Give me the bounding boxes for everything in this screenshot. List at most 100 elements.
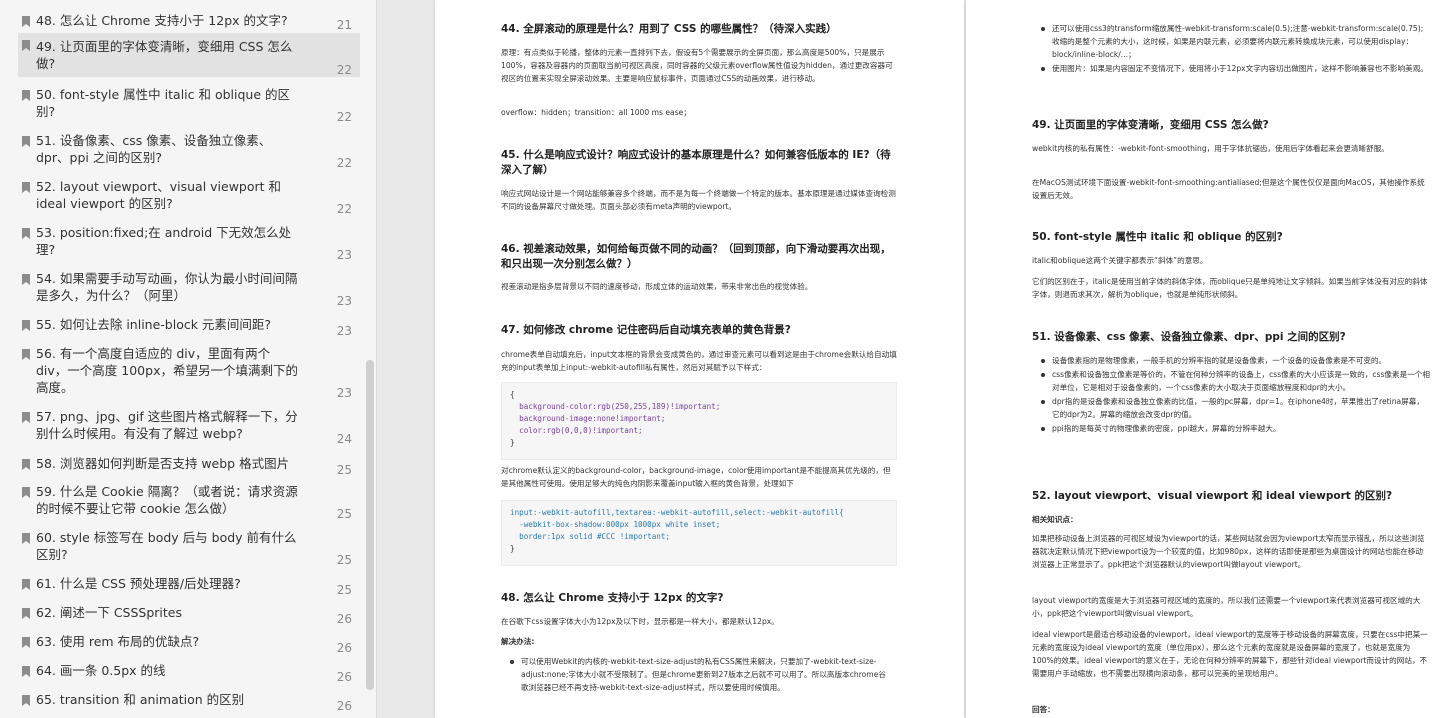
- toc-item-48[interactable]: 48. 怎么让 Chrome 支持小于 12px 的文字? 21: [18, 12, 360, 32]
- toc-item-page: 24: [336, 432, 352, 446]
- toc-item-page: 25: [336, 463, 352, 477]
- list-item: dpr指的是设备像素和设备独立像素的比值，一般的pc屏幕，dpr=1。在ipho…: [1038, 395, 1430, 421]
- paragraph-q47: chrome表单自动填充后，input文本框的背景会变成黄色的，通过审查元素可以…: [501, 350, 897, 372]
- toc-item-title: 63. 使用 rem 布局的优缺点?: [36, 634, 200, 649]
- paragraph-q52-1: 如果把移动设备上浏览器的可视区域设为viewport的话，某些网站就会因为vie…: [1032, 534, 1425, 569]
- bookmark-icon: [22, 533, 30, 544]
- list-item: 设备像素指的是物理像素，一般手机的分辨率指的就是设备像素，一个设备的设备像素是不…: [1038, 354, 1430, 367]
- bookmark-icon: [22, 136, 30, 147]
- toc-item-title: 64. 画一条 0.5px 的线: [36, 663, 166, 678]
- bookmark-icon: [22, 666, 30, 677]
- bookmark-icon: [22, 40, 30, 51]
- paragraph-q45: 响应式网站设计是一个网站能够兼容多个终端，而不是为每一个终端做一个特定的版本。基…: [501, 189, 896, 211]
- code-line: input:-webkit-autofill,textarea:-webkit-…: [510, 508, 844, 517]
- paragraph-q44-code: overflow：hidden；transition：all 1000 ms e…: [501, 108, 691, 117]
- bookmark-icon: [22, 637, 30, 648]
- paragraph-q49-1: webkit内核的私有属性：-webkit-font-smoothing，用于字…: [1032, 144, 1389, 153]
- toc-item-page: 22: [336, 156, 352, 170]
- code-line: -webkit-box-shadow:000px 1000px white in…: [510, 520, 721, 529]
- bookmark-icon: [22, 695, 30, 706]
- toc-item-60[interactable]: 60. style 标签写在 body 后与 body 前有什么区别? 25: [18, 529, 360, 567]
- paragraph-q47-2: 对chrome默认定义的background-color，background-…: [501, 466, 891, 488]
- code-line: background-image:none!important;: [510, 414, 666, 423]
- bookmark-icon: [22, 579, 30, 590]
- toc-item-65[interactable]: 65. transition 和 animation 的区别 26: [18, 691, 360, 713]
- toc-item-62[interactable]: 62. 阐述一下 CSSSprites 26: [18, 604, 360, 626]
- toc-item-page: 22: [336, 63, 352, 77]
- toc-item-title: 56. 有一个高度自适应的 div，里面有两个 div，一个高度 100px，希…: [36, 346, 298, 395]
- toc-item-55[interactable]: 55. 如何让去除 inline-block 元素间间距? 23: [18, 316, 360, 338]
- toc-item-page: 25: [336, 553, 352, 567]
- code-line: color:rgb(0,0,0)!important;: [510, 426, 643, 435]
- bookmark-icon: [22, 16, 30, 27]
- heading-q45: 45. 什么是响应式设计？响应式设计的基本原理是什么？如何兼容低版本的 IE?（…: [501, 149, 891, 176]
- toc-item-title: 65. transition 和 animation 的区别: [36, 692, 245, 707]
- sidebar-scrollbar-thumb[interactable]: [366, 360, 374, 690]
- toc-item-64[interactable]: 64. 画一条 0.5px 的线 26: [18, 662, 360, 684]
- toc-item-page: 23: [336, 324, 352, 338]
- bookmark-icon: [22, 182, 30, 193]
- toc-item-page: 25: [336, 507, 352, 521]
- toc-item-title: 59. 什么是 Cookie 隔离？（或者说：请求资源的时候不要让它带 cook…: [36, 484, 298, 516]
- bookmark-icon: [22, 459, 30, 470]
- toc-item-56[interactable]: 56. 有一个高度自适应的 div，里面有两个 div，一个高度 100px，希…: [18, 345, 360, 400]
- paragraph-q48: 在谷歌下css设置字体大小为12px及以下时，显示都是一样大小，都是默认12px…: [501, 617, 779, 626]
- toc-item-61[interactable]: 61. 什么是 CSS 预处理器/后处理器? 25: [18, 575, 360, 597]
- toc-item-title: 62. 阐述一下 CSSSprites: [36, 605, 183, 620]
- code-line: background-color:rgb(250,255,189)!import…: [510, 402, 721, 411]
- toc-sidebar: 48. 怎么让 Chrome 支持小于 12px 的文字? 21 49. 让页面里…: [0, 0, 377, 718]
- toc-item-58[interactable]: 58. 浏览器如何判断是否支持 webp 格式图片 25: [18, 455, 360, 477]
- toc-item-53[interactable]: 53. position:fixed;在 android 下无效怎么处理? 23: [18, 224, 360, 262]
- toc-item-page: 22: [336, 202, 352, 216]
- toc-item-title: 55. 如何让去除 inline-block 元素间间距?: [36, 317, 272, 332]
- toc-item-63[interactable]: 63. 使用 rem 布局的优缺点? 26: [18, 633, 360, 655]
- paragraph-q50-2: 它们的区别在于，italic是使用当前字体的斜体字体，而oblique只是单纯地…: [1032, 277, 1428, 299]
- toc-item-59[interactable]: 59. 什么是 Cookie 隔离？（或者说：请求资源的时候不要让它带 cook…: [18, 483, 360, 521]
- toc-item-page: 26: [336, 670, 352, 684]
- toc-item-54[interactable]: 54. 如果需要手动写动画，你认为最小时间间隔是多久，为什么？（阿里） 23: [18, 270, 360, 308]
- toc-item-49[interactable]: 49. 让页面里的字体变清晰，变细用 CSS 怎么做? 22: [18, 33, 360, 77]
- list-item: 使用图片：如果是内容固定不变情况下，使用将小于12px文字内容切出做图片，这样不…: [1038, 62, 1430, 75]
- bookmark-icon: [22, 487, 30, 498]
- toc-item-page: 21: [336, 18, 352, 32]
- toc-item-title: 48. 怎么让 Chrome 支持小于 12px 的文字?: [36, 13, 288, 28]
- heading-q50: 50. font-style 属性中 italic 和 oblique 的区别?: [1032, 231, 1283, 243]
- code-block-1: { background-color:rgb(250,255,189)!impo…: [501, 382, 897, 460]
- code-line: border:1px solid #CCC !important;: [510, 532, 671, 541]
- heading-q44: 44. 全屏滚动的原理是什么？用到了 CSS 的哪些属性？（待深入实践）: [501, 23, 837, 35]
- code-line: {: [510, 390, 515, 399]
- code-line: }: [510, 544, 515, 553]
- code-line: }: [510, 438, 515, 447]
- bookmark-icon: [22, 90, 30, 101]
- list-item: css像素和设备独立像素是等价的，不管在何种分辨率的设备上，css像素的大小应该…: [1038, 368, 1430, 394]
- toc-item-57[interactable]: 57. png、jpg、gif 这些图片格式解释一下，分别什么时候用。有没有了解…: [18, 408, 360, 446]
- toc-item-page: 25: [336, 583, 352, 597]
- toc-item-title: 61. 什么是 CSS 预处理器/后处理器?: [36, 576, 241, 591]
- list-item: 还可以使用css3的transform缩放属性-webkit-transform…: [1038, 22, 1430, 61]
- list-q48-continued: 还可以使用css3的transform缩放属性-webkit-transform…: [1038, 22, 1430, 76]
- heading-q46: 46. 视差滚动效果，如何给每页做不同的动画？（回到顶部，向下滑动要再次出现，和…: [501, 243, 891, 270]
- list-q48: 可以使用Webkit的内核的-webkit-text-size-adjust的私…: [507, 655, 893, 695]
- toc-item-title: 58. 浏览器如何判断是否支持 webp 格式图片: [36, 456, 290, 471]
- toc-item-title: 57. png、jpg、gif 这些图片格式解释一下，分别什么时候用。有没有了解…: [36, 409, 298, 441]
- list-q51: 设备像素指的是物理像素，一般手机的分辨率指的就是设备像素，一个设备的设备像素是不…: [1038, 354, 1430, 436]
- toc-item-52[interactable]: 52. layout viewport、visual viewport 和 id…: [18, 178, 360, 216]
- paragraph-q52-3: ideal viewport是最适合移动设备的viewport，ideal vi…: [1032, 630, 1428, 678]
- paragraph-q44: 原理：有点类似于轮播，整体的元素一直排列下去，假设有5个需要展示的全屏页面，那么…: [501, 48, 893, 83]
- toc-item-51[interactable]: 51. 设备像素、css 像素、设备独立像素、dpr、ppi 之间的区别? 22: [18, 132, 360, 170]
- toc-item-page: 26: [336, 699, 352, 713]
- paragraph-q50-1: italic和oblique这两个关键字都表示“斜体”的意思。: [1032, 256, 1208, 265]
- code-block-2: input:-webkit-autofill,textarea:-webkit-…: [501, 500, 897, 566]
- toc-item-title: 51. 设备像素、css 像素、设备独立像素、dpr、ppi 之间的区别?: [36, 133, 272, 165]
- toc-item-title: 54. 如果需要手动写动画，你认为最小时间间隔是多久，为什么？（阿里）: [36, 271, 298, 303]
- toc-item-page: 23: [336, 294, 352, 308]
- toc-item-page: 22: [336, 110, 352, 124]
- toc-item-page: 23: [336, 386, 352, 400]
- bookmark-icon: [22, 608, 30, 619]
- paragraph-q48-solution: 解决办法:: [501, 637, 535, 646]
- toc-item-title: 50. font-style 属性中 italic 和 oblique 的区别?: [36, 87, 291, 119]
- toc-item-50[interactable]: 50. font-style 属性中 italic 和 oblique 的区别?…: [18, 86, 360, 124]
- paragraph-q52-2: layout viewport的宽度是大于浏览器可视区域的宽度的，所以我们还需要…: [1032, 596, 1421, 618]
- bookmark-icon: [22, 349, 30, 360]
- paragraph-q52-answer: 回答：: [1032, 705, 1055, 714]
